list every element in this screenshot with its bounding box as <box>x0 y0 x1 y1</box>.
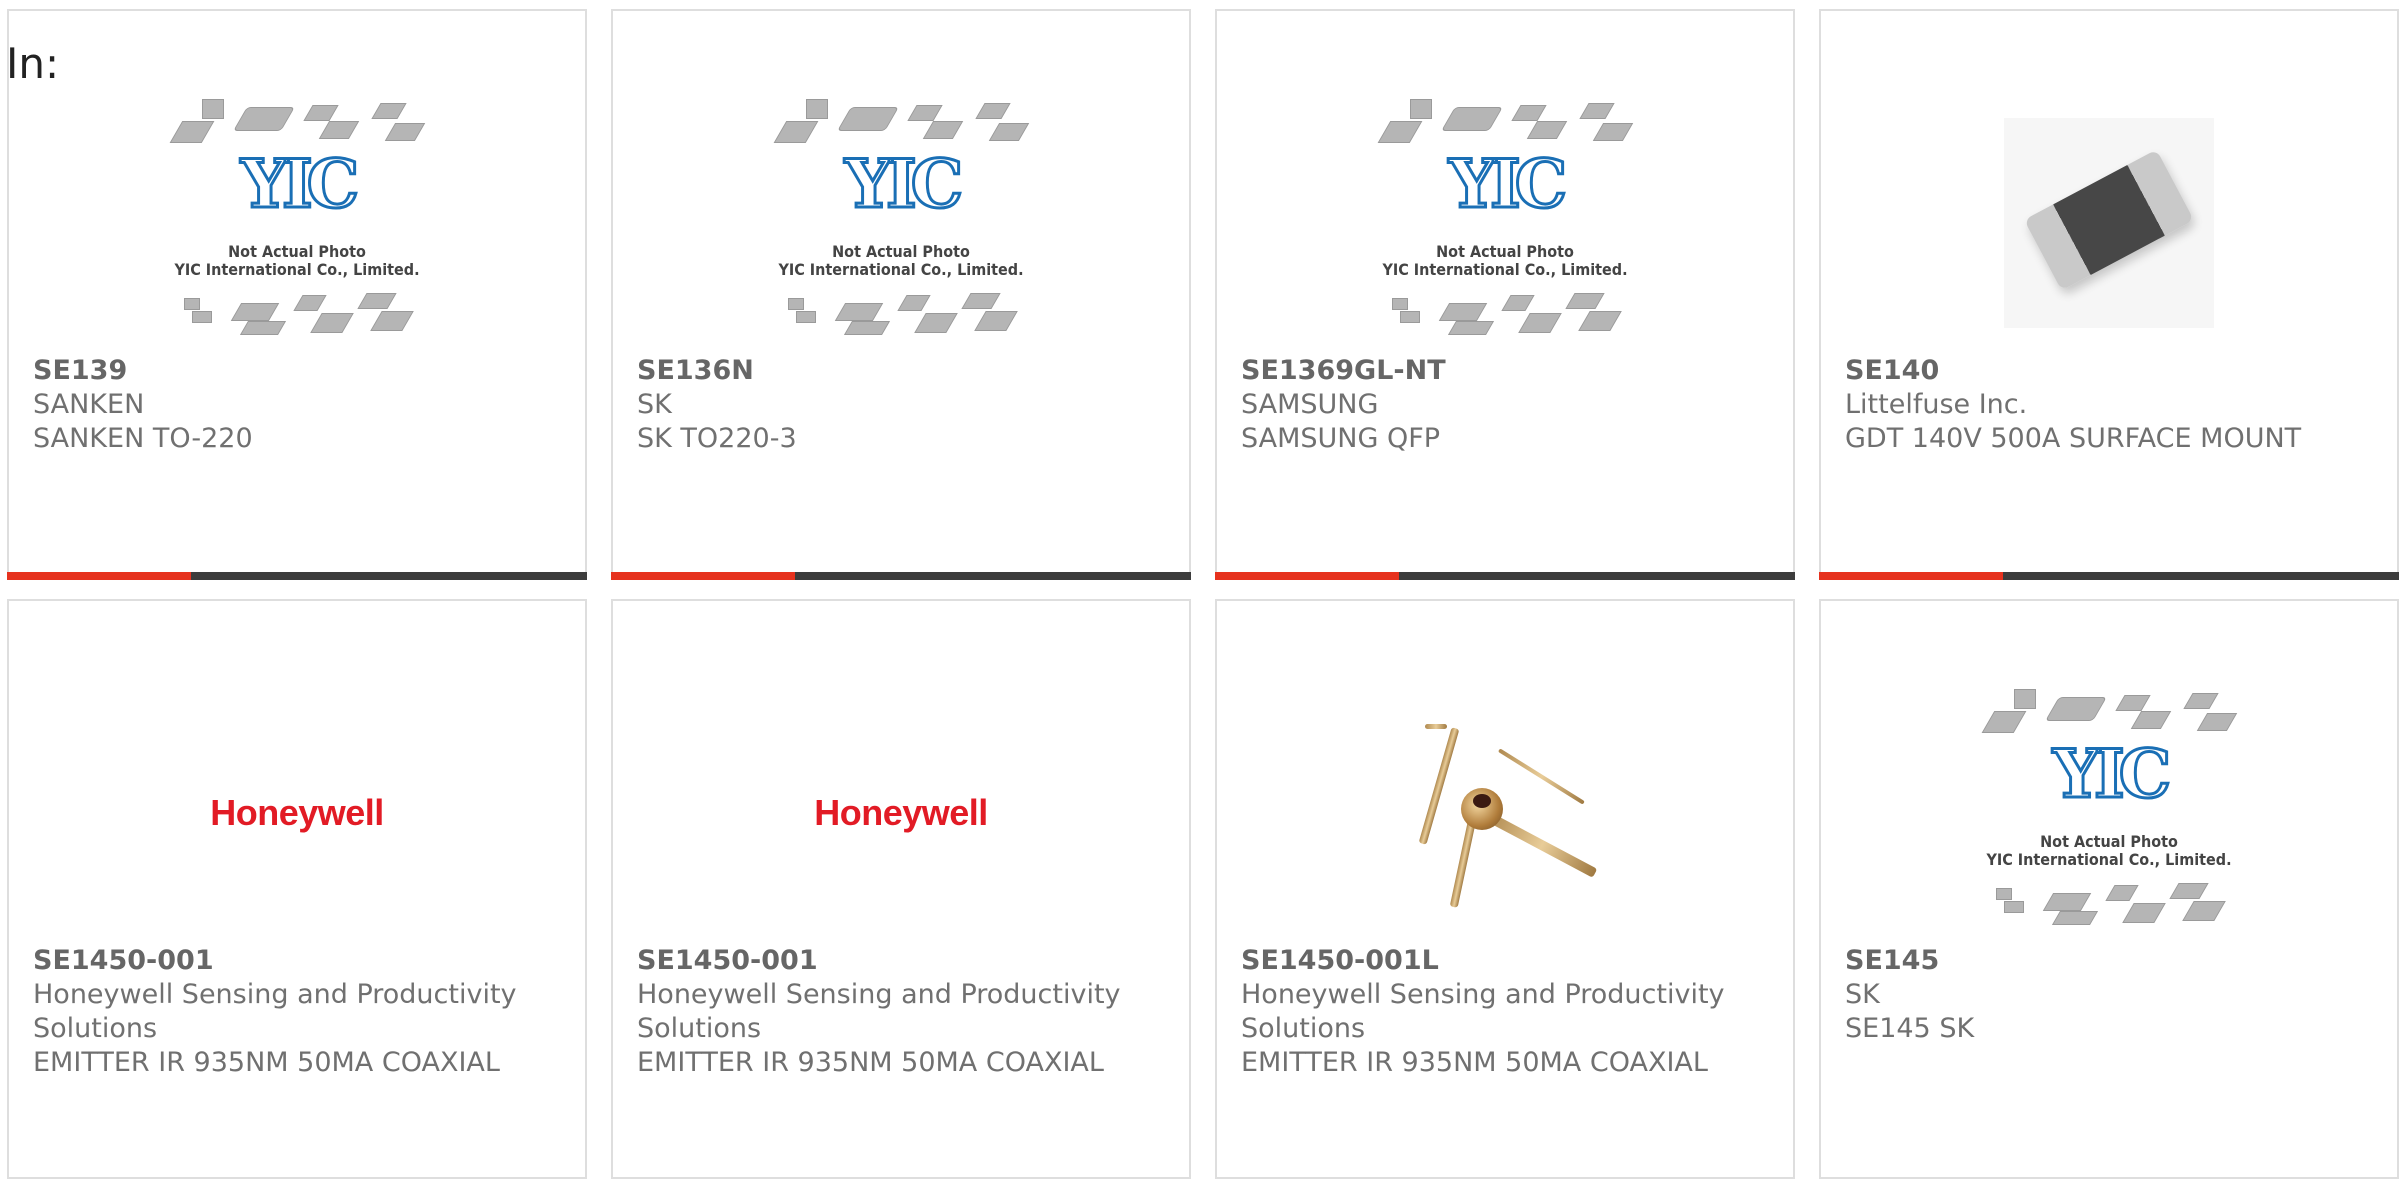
product-image[interactable]: Honeywell <box>766 683 1036 943</box>
card-accent-bar <box>1819 572 2399 580</box>
card-accent-bar <box>1215 572 1795 580</box>
yic-logo: YIC <box>1447 144 1569 225</box>
product-image[interactable]: YIC Not Actual Photo YIC International C… <box>766 93 1036 353</box>
description: GDT 140V 500A SURFACE MOUNT <box>1845 423 2302 454</box>
manufacturer: Honeywell Sensing and Productivity Solut… <box>637 979 1121 1044</box>
product-image[interactable]: YIC Not Actual Photo YIC International C… <box>1370 93 1640 353</box>
smd-component-photo <box>2004 118 2214 328</box>
part-number[interactable]: SE139 <box>33 354 565 388</box>
placeholder-caption: Not Actual Photo <box>832 242 970 261</box>
product-card[interactable]: YIC Not Actual Photo YIC International C… <box>7 9 587 580</box>
manufacturer: SAMSUNG <box>1241 389 1379 420</box>
yic-placeholder-image: YIC Not Actual Photo YIC International C… <box>1370 93 1640 353</box>
description: SANKEN TO-220 <box>33 423 253 454</box>
yic-logo: YIC <box>843 144 965 225</box>
product-image[interactable] <box>1974 93 2244 353</box>
manufacturer: Honeywell Sensing and Productivity Solut… <box>33 979 517 1044</box>
product-card[interactable]: YIC Not Actual Photo YIC International C… <box>1819 599 2399 1179</box>
product-image[interactable]: YIC Not Actual Photo YIC International C… <box>162 93 432 353</box>
part-number[interactable]: SE1450-001L <box>1241 944 1773 978</box>
description: SE145 SK <box>1845 1013 1975 1044</box>
product-image[interactable]: Honeywell <box>162 683 432 943</box>
yic-placeholder-image: YIC Not Actual Photo YIC International C… <box>766 93 1036 353</box>
card-accent-bar <box>7 572 587 580</box>
product-card[interactable]: YIC Not Actual Photo YIC International C… <box>611 9 1191 580</box>
placeholder-company: YIC International Co., Limited. <box>778 260 1024 279</box>
part-number[interactable]: SE1369GL-NT <box>1241 354 1773 388</box>
product-card[interactable]: SE1450-001L Honeywell Sensing and Produc… <box>1215 599 1795 1179</box>
manufacturer: Littelfuse Inc. <box>1845 389 2028 420</box>
part-number[interactable]: SE140 <box>1845 354 2377 388</box>
honeywell-logo: Honeywell <box>210 792 384 833</box>
placeholder-company: YIC International Co., Limited. <box>1382 260 1628 279</box>
yic-placeholder-image: YIC Not Actual Photo YIC International C… <box>162 93 432 353</box>
part-number[interactable]: SE145 <box>1845 944 2377 978</box>
ir-emitter-photo <box>1405 708 1605 918</box>
placeholder-company: YIC International Co., Limited. <box>174 260 420 279</box>
description: SAMSUNG QFP <box>1241 423 1441 454</box>
description: EMITTER IR 935NM 50MA COAXIAL <box>33 1047 500 1078</box>
yic-placeholder-image: YIC Not Actual Photo YIC International C… <box>1974 683 2244 943</box>
part-number[interactable]: SE1450-001 <box>637 944 1169 978</box>
card-accent-bar <box>611 572 1191 580</box>
placeholder-caption: Not Actual Photo <box>2040 832 2178 851</box>
manufacturer: SANKEN <box>33 389 145 420</box>
manufacturer: Honeywell Sensing and Productivity Solut… <box>1241 979 1725 1044</box>
product-image[interactable] <box>1370 683 1640 943</box>
product-card[interactable]: Honeywell SE1450-001 Honeywell Sensing a… <box>7 599 587 1179</box>
placeholder-caption: Not Actual Photo <box>1436 242 1574 261</box>
part-number[interactable]: SE1450-001 <box>33 944 565 978</box>
part-number[interactable]: SE136N <box>637 354 1169 388</box>
product-card[interactable]: Honeywell SE1450-001 Honeywell Sensing a… <box>611 599 1191 1179</box>
placeholder-company: YIC International Co., Limited. <box>1986 850 2232 869</box>
product-grid: YIC Not Actual Photo YIC International C… <box>0 0 2400 1179</box>
description: EMITTER IR 935NM 50MA COAXIAL <box>637 1047 1104 1078</box>
yic-logo: YIC <box>2051 734 2173 815</box>
honeywell-logo: Honeywell <box>814 792 988 833</box>
product-image[interactable]: YIC Not Actual Photo YIC International C… <box>1974 683 2244 943</box>
manufacturer: SK <box>1845 979 1880 1010</box>
yic-logo: YIC <box>239 144 361 225</box>
placeholder-caption: Not Actual Photo <box>228 242 366 261</box>
product-card[interactable]: SE140 Littelfuse Inc. GDT 140V 500A SURF… <box>1819 9 2399 580</box>
description: EMITTER IR 935NM 50MA COAXIAL <box>1241 1047 1708 1078</box>
product-card[interactable]: YIC Not Actual Photo YIC International C… <box>1215 9 1795 580</box>
manufacturer: SK <box>637 389 672 420</box>
description: SK TO220-3 <box>637 423 797 454</box>
filter-label: In: <box>6 39 60 88</box>
